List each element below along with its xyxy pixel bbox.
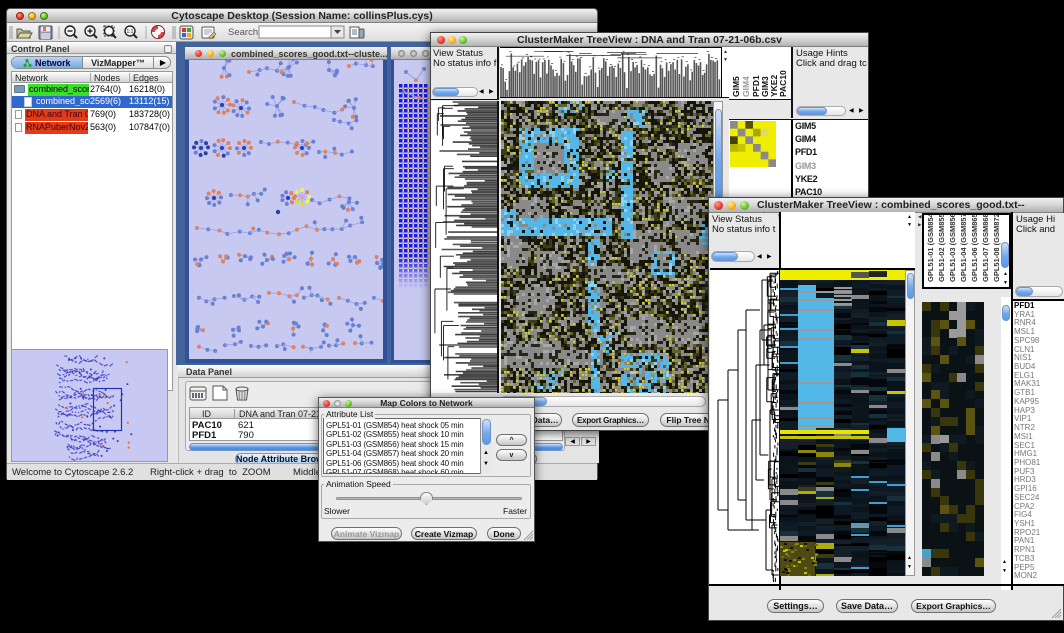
svg-text:1:1: 1:1 xyxy=(127,29,134,35)
svg-text:Search:: Search: xyxy=(228,27,261,38)
